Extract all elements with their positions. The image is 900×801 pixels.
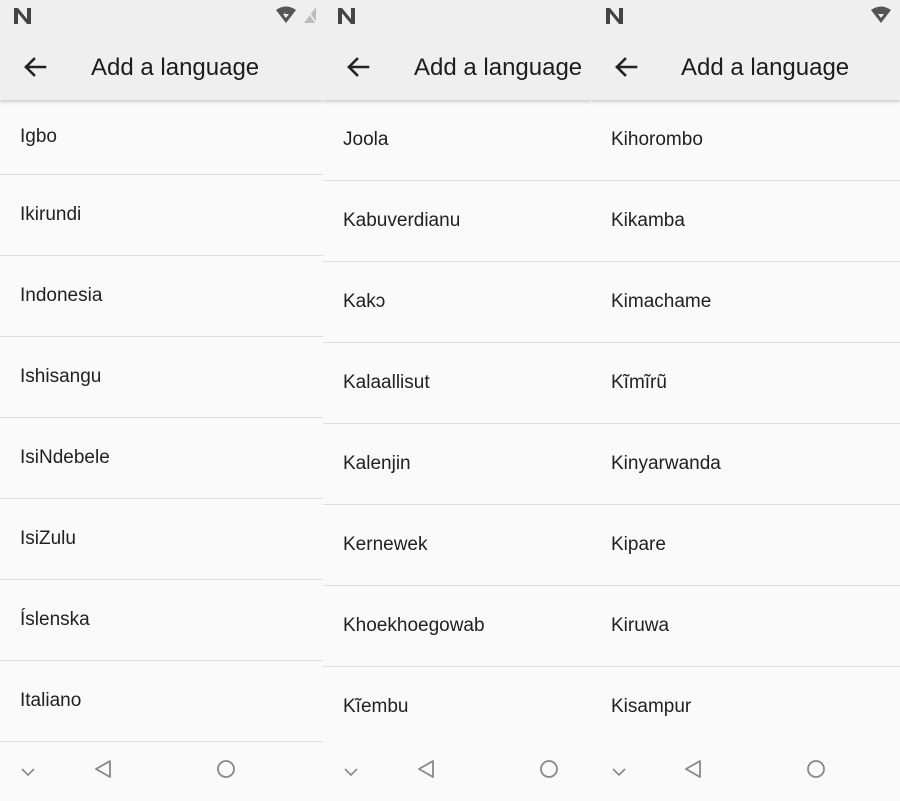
app-bar: Add a language — [0, 34, 323, 100]
list-item[interactable]: Italiano — [0, 661, 323, 742]
list-item[interactable]: Ishisangu — [0, 337, 323, 418]
page-title: Add a language — [681, 54, 850, 81]
list-item[interactable]: Kĩmĩrũ — [591, 343, 900, 424]
language-label: Kakɔ — [343, 291, 386, 312]
language-label: Kalenjin — [343, 453, 411, 474]
app-bar: Add a language — [591, 34, 900, 100]
back-arrow-icon[interactable] — [611, 52, 641, 82]
language-label: Kiruwa — [611, 615, 670, 636]
list-item[interactable]: Kiruwa — [591, 586, 900, 667]
list-item[interactable]: Kimachame — [591, 262, 900, 343]
language-label: Kabuverdianu — [343, 210, 461, 231]
system-nav-bar — [0, 743, 323, 801]
language-label: Kihorombo — [611, 129, 703, 150]
language-label: Kimachame — [611, 291, 712, 312]
screens-container: ! Add a language Igbo Ikirundi Indonesia… — [0, 0, 900, 801]
language-label: IsiZulu — [20, 528, 76, 549]
language-label: Kalaallisut — [343, 372, 430, 393]
list-item[interactable]: Kernewek — [323, 505, 591, 586]
screen-kihorombo-list: Add a language Kihorombo Kikamba Kimacha… — [591, 0, 900, 801]
language-label: Kipare — [611, 534, 666, 555]
list-item[interactable]: Igbo — [0, 100, 323, 175]
language-label: Ikirundi — [20, 204, 82, 225]
language-label: Joola — [343, 129, 389, 150]
list-item[interactable]: Íslenska — [0, 580, 323, 661]
list-item[interactable]: Kihorombo — [591, 100, 900, 181]
list-item[interactable]: Joola — [323, 100, 591, 181]
status-icons: ! — [275, 6, 317, 24]
screen-joola-list: Add a language Joola Kabuverdianu Kakɔ K… — [323, 0, 591, 801]
language-label: Italiano — [20, 690, 82, 711]
list-item[interactable]: Kabuverdianu — [323, 181, 591, 262]
list-item[interactable]: Kakɔ — [323, 262, 591, 343]
triangle-back-icon[interactable] — [684, 759, 702, 779]
list-item[interactable]: IsiNdebele — [0, 418, 323, 499]
n-notification-icon — [338, 8, 355, 24]
circle-home-icon[interactable] — [539, 759, 559, 779]
chevron-down-icon[interactable] — [20, 767, 36, 777]
language-label: Kisampur — [611, 696, 692, 717]
triangle-back-icon[interactable] — [417, 759, 435, 779]
app-bar: Add a language — [323, 34, 591, 100]
language-label: Igbo — [20, 126, 57, 147]
language-label: Kĩembu — [343, 696, 409, 717]
status-bar: ! — [0, 0, 323, 34]
circle-home-icon[interactable] — [216, 759, 236, 779]
triangle-back-icon[interactable] — [94, 759, 112, 779]
language-list: Joola Kabuverdianu Kakɔ Kalaallisut Kale… — [323, 100, 591, 748]
chevron-down-icon[interactable] — [343, 767, 359, 777]
language-label: Indonesia — [20, 285, 103, 306]
status-bar — [591, 0, 900, 34]
language-label: Kinyarwanda — [611, 453, 721, 474]
list-item[interactable]: Ikirundi — [0, 175, 323, 256]
back-arrow-icon[interactable] — [343, 52, 373, 82]
list-item[interactable]: Kisampur — [591, 667, 900, 748]
list-item[interactable]: Kalenjin — [323, 424, 591, 505]
back-arrow-icon[interactable] — [20, 52, 50, 82]
page-title: Add a language — [91, 54, 260, 81]
wifi-icon: ! — [276, 6, 296, 23]
list-item[interactable]: Indonesia — [0, 256, 323, 337]
wifi-icon — [871, 6, 891, 23]
status-icons — [870, 6, 892, 24]
system-nav-bar — [591, 743, 900, 801]
page-title: Add a language — [414, 54, 583, 81]
language-label: Kikamba — [611, 210, 685, 231]
system-nav-bar — [323, 743, 591, 801]
list-item[interactable]: Kikamba — [591, 181, 900, 262]
n-notification-icon — [14, 8, 31, 24]
screen-igbo-list: ! Add a language Igbo Ikirundi Indonesia… — [0, 0, 323, 801]
circle-home-icon[interactable] — [806, 759, 826, 779]
status-bar — [323, 0, 591, 34]
list-item[interactable]: IsiZulu — [0, 499, 323, 580]
list-item[interactable]: Kipare — [591, 505, 900, 586]
n-notification-icon — [606, 8, 623, 24]
list-item[interactable]: Kĩembu — [323, 667, 591, 748]
language-label: Kernewek — [343, 534, 428, 555]
language-label: Íslenska — [20, 609, 90, 630]
language-list: Igbo Ikirundi Indonesia Ishisangu IsiNde… — [0, 100, 323, 742]
language-label: IsiNdebele — [20, 447, 110, 468]
list-item[interactable]: Kinyarwanda — [591, 424, 900, 505]
language-label: Kĩmĩrũ — [611, 372, 667, 393]
chevron-down-icon[interactable] — [611, 767, 627, 777]
language-label: Ishisangu — [20, 366, 102, 387]
list-item[interactable]: Kalaallisut — [323, 343, 591, 424]
cell-signal-icon — [304, 6, 317, 24]
language-list: Kihorombo Kikamba Kimachame Kĩmĩrũ Kinya… — [591, 100, 900, 748]
language-label: Khoekhoegowab — [343, 615, 485, 636]
list-item[interactable]: Khoekhoegowab — [323, 586, 591, 667]
